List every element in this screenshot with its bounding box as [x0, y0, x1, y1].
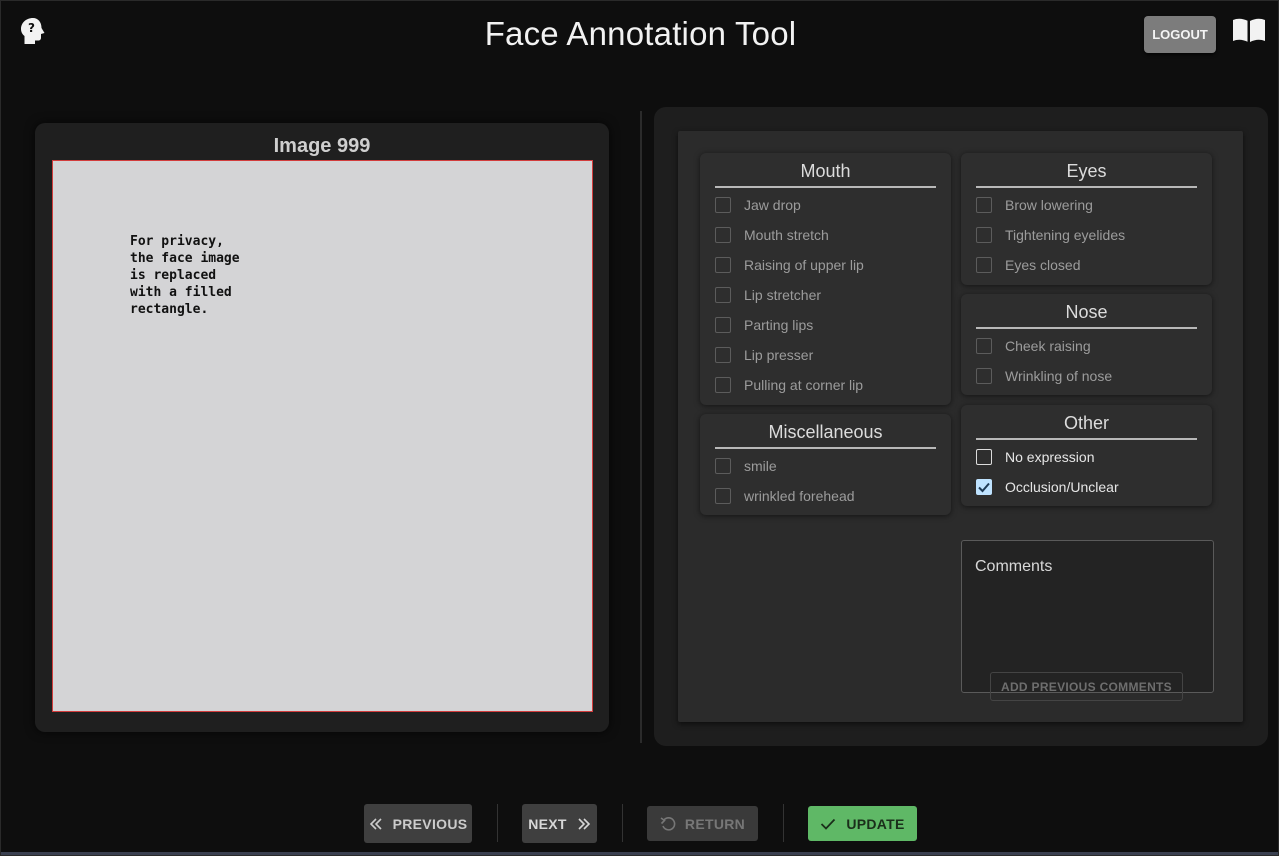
return-label: RETURN — [684, 815, 746, 832]
option-raising-upper-lip[interactable]: Raising of upper lip — [715, 255, 864, 275]
option-label: smile — [744, 458, 777, 474]
option-label: wrinkled forehead — [744, 488, 855, 504]
comments-field[interactable]: Comments — [961, 540, 1214, 693]
option-label: Jaw drop — [744, 197, 801, 213]
option-parting-lips[interactable]: Parting lips — [715, 315, 813, 335]
option-occlusion-unclear[interactable]: Occlusion/Unclear — [976, 477, 1119, 497]
option-label: Raising of upper lip — [744, 257, 864, 273]
group-nose: Nose Cheek raising Wrinkling of nose — [961, 294, 1212, 395]
nav-separator — [497, 804, 498, 842]
option-lip-presser[interactable]: Lip presser — [715, 345, 813, 365]
previous-label: PREVIOUS — [392, 815, 468, 832]
group-miscellaneous: Miscellaneous smile wrinkled forehead — [700, 414, 951, 515]
checkbox[interactable] — [715, 227, 731, 243]
checkbox[interactable] — [715, 197, 731, 213]
group-title: Other — [976, 413, 1197, 440]
checkbox[interactable] — [976, 338, 992, 354]
option-tightening-eyelids[interactable]: Tightening eyelides — [976, 225, 1125, 245]
option-brow-lowering[interactable]: Brow lowering — [976, 195, 1093, 215]
option-cheek-raising[interactable]: Cheek raising — [976, 336, 1091, 356]
option-label: Cheek raising — [1005, 338, 1091, 354]
group-other: Other No expression Occlusion/Unclear — [961, 405, 1212, 506]
checkbox[interactable] — [976, 227, 992, 243]
checkbox[interactable] — [976, 368, 992, 384]
option-label: Lip presser — [744, 347, 814, 363]
previous-button[interactable]: PREVIOUS — [364, 804, 472, 843]
panel-divider — [640, 111, 642, 743]
next-button[interactable]: NEXT — [522, 804, 597, 843]
logout-button[interactable]: LOGOUT — [1144, 16, 1216, 53]
option-pulling-corner-lip[interactable]: Pulling at corner lip — [715, 375, 863, 395]
app-title: Face Annotation Tool — [484, 15, 797, 52]
group-title: Nose — [976, 302, 1197, 329]
option-label: Lip stretcher — [744, 287, 822, 303]
checkmark-icon — [978, 482, 990, 493]
group-title: Miscellaneous — [715, 422, 936, 449]
checkbox[interactable] — [976, 449, 992, 465]
comments-placeholder: Comments — [975, 558, 1053, 575]
return-button[interactable]: RETURN — [647, 806, 758, 841]
option-label: Tightening eyelides — [1005, 227, 1126, 243]
update-button[interactable]: UPDATE — [808, 806, 917, 841]
option-mouth-stretch[interactable]: Mouth stretch — [715, 225, 829, 245]
double-chevron-right-icon — [578, 817, 590, 830]
checkbox[interactable] — [715, 287, 731, 303]
group-title: Eyes — [976, 161, 1197, 188]
checkbox[interactable] — [715, 458, 731, 474]
option-smile[interactable]: smile — [715, 456, 777, 476]
double-chevron-left-icon — [369, 817, 382, 830]
checkbox[interactable] — [715, 257, 731, 273]
privacy-note: For privacy, the face image is replaced … — [130, 234, 240, 317]
option-label: Mouth stretch — [744, 227, 829, 243]
option-no-expression[interactable]: No expression — [976, 447, 1095, 467]
option-jaw-drop[interactable]: Jaw drop — [715, 195, 801, 215]
checkbox[interactable] — [715, 488, 731, 504]
group-eyes: Eyes Brow lowering Tightening eyelides E… — [961, 153, 1212, 285]
group-title: Mouth — [715, 161, 936, 188]
annotation-form: Mouth Jaw drop Mouth stretch Raising of … — [678, 131, 1243, 722]
option-lip-stretcher[interactable]: Lip stretcher — [715, 285, 821, 305]
option-wrinkled-forehead[interactable]: wrinkled forehead — [715, 486, 855, 506]
checkbox[interactable] — [715, 377, 731, 393]
next-label: NEXT — [528, 815, 567, 832]
option-label: Pulling at corner lip — [744, 377, 864, 393]
bottom-edge — [1, 852, 1278, 855]
checkbox-checked[interactable] — [976, 479, 992, 495]
undo-icon — [660, 816, 676, 831]
checkbox[interactable] — [715, 347, 731, 363]
option-label: Eyes closed — [1005, 257, 1081, 273]
image-panel: Image 999 For privacy, the face image is… — [35, 123, 609, 732]
image-title: Image 999 — [273, 135, 371, 157]
option-label: Wrinkling of nose — [1005, 368, 1113, 384]
annotation-panel: Mouth Jaw drop Mouth stretch Raising of … — [654, 107, 1268, 746]
checkbox[interactable] — [976, 197, 992, 213]
option-label: Brow lowering — [1005, 197, 1093, 213]
option-label: Occlusion/Unclear — [1005, 479, 1119, 495]
checkbox[interactable] — [976, 257, 992, 273]
update-label: UPDATE — [846, 815, 905, 832]
option-label: No expression — [1005, 449, 1095, 465]
nav-separator — [622, 804, 623, 842]
option-label: Parting lips — [744, 317, 814, 333]
checkbox[interactable] — [715, 317, 731, 333]
group-mouth: Mouth Jaw drop Mouth stretch Raising of … — [700, 153, 951, 405]
check-icon — [821, 818, 836, 830]
add-previous-comments-button[interactable]: ADD PREVIOUS COMMENTS — [990, 672, 1183, 701]
option-wrinkling-nose[interactable]: Wrinkling of nose — [976, 366, 1112, 386]
open-book-icon[interactable] — [1231, 16, 1267, 46]
option-eyes-closed[interactable]: Eyes closed — [976, 255, 1080, 275]
face-image: For privacy, the face image is replaced … — [52, 160, 593, 712]
nav-separator — [783, 804, 784, 842]
